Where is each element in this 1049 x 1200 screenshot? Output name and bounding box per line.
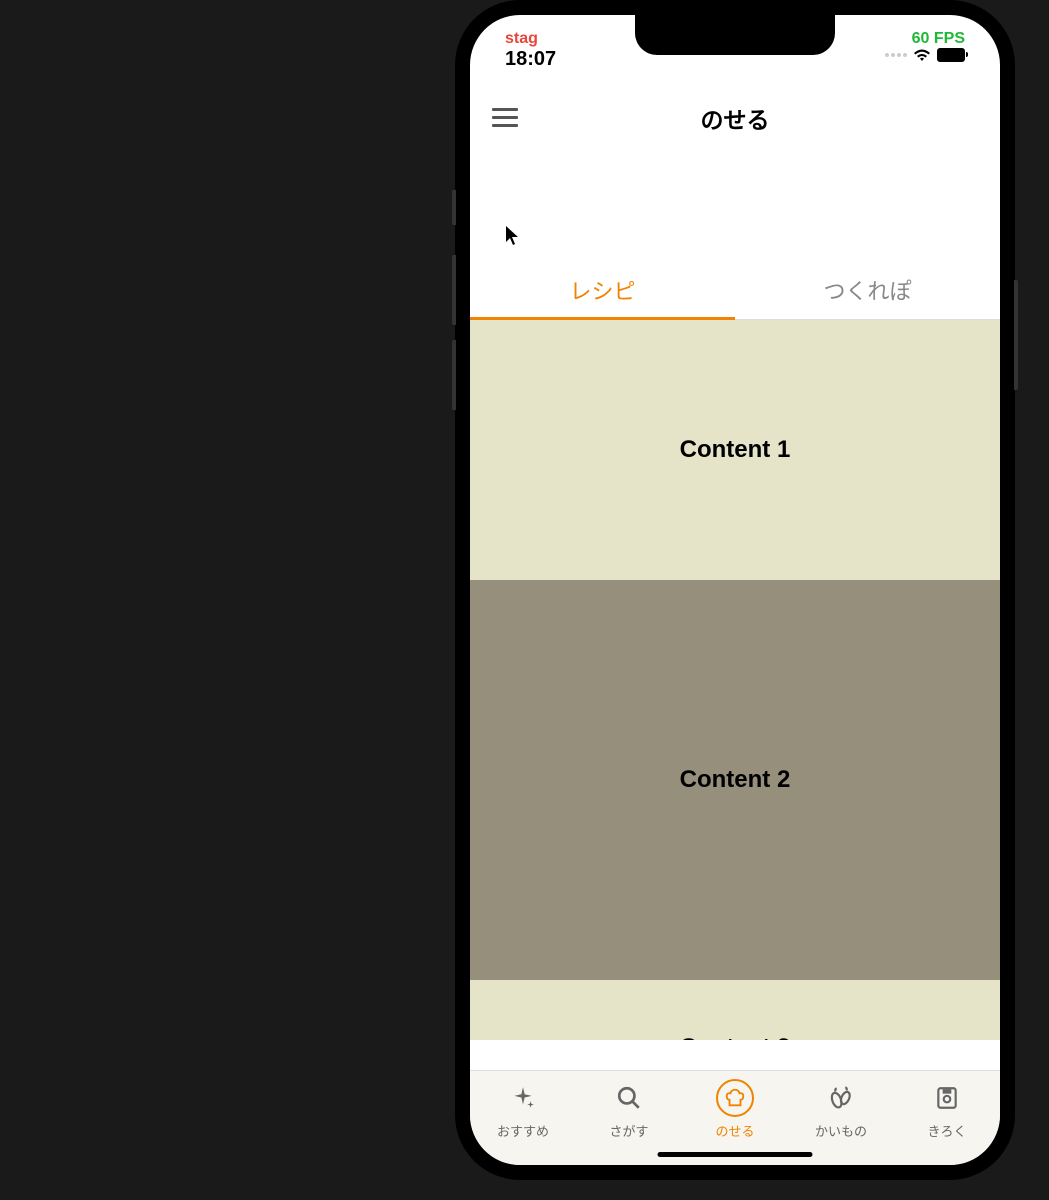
battery-icon <box>937 48 965 62</box>
bottom-nav-recommend[interactable]: おすすめ <box>470 1071 576 1165</box>
fps-counter: 60 FPS <box>912 30 965 48</box>
bottom-nav-label: おすすめ <box>497 1121 549 1140</box>
tab-recipe[interactable]: レシピ <box>470 260 735 319</box>
page-title: のせる <box>701 101 770 135</box>
content-label: Content 3 <box>680 1034 791 1040</box>
header-spacer <box>470 165 1000 260</box>
tab-bar: レシピ つくれぽ <box>470 260 1000 320</box>
content-card[interactable]: Content 3 <box>470 980 1000 1040</box>
bottom-nav-record[interactable]: きろく <box>894 1071 1000 1165</box>
bottom-nav-post[interactable]: のせる <box>682 1071 788 1165</box>
clock: 18:07 <box>505 48 556 70</box>
notch <box>635 15 835 55</box>
bottom-navigation: おすすめ さがす のせる <box>470 1070 1000 1165</box>
bottom-nav-shopping[interactable]: かいもの <box>788 1071 894 1165</box>
phone-frame: stag 18:07 60 FPS のせる <box>455 0 1015 1180</box>
chef-hat-icon <box>716 1079 754 1117</box>
content-scroll-area[interactable]: Content 1 Content 2 Content 3 <box>470 320 1000 1040</box>
env-label: stag <box>505 30 556 48</box>
navigation-bar: のせる <box>470 70 1000 165</box>
record-icon <box>928 1079 966 1117</box>
power-button <box>1014 280 1018 390</box>
bottom-nav-search[interactable]: さがす <box>576 1071 682 1165</box>
bottom-nav-label: かいもの <box>815 1121 867 1140</box>
screen: stag 18:07 60 FPS のせる <box>470 15 1000 1165</box>
cellular-icon <box>885 53 907 57</box>
home-indicator[interactable] <box>658 1152 813 1157</box>
tab-label: つくれぽ <box>823 274 911 306</box>
bottom-nav-label: のせる <box>715 1121 754 1140</box>
wifi-icon <box>913 48 931 62</box>
tab-tsukurepo[interactable]: つくれぽ <box>735 260 1000 319</box>
vegetables-icon <box>822 1079 860 1117</box>
bottom-nav-label: きろく <box>927 1121 966 1140</box>
tab-label: レシピ <box>569 274 635 306</box>
search-icon <box>610 1079 648 1117</box>
sparkle-icon <box>504 1079 542 1117</box>
bottom-nav-label: さがす <box>609 1121 648 1140</box>
content-card[interactable]: Content 1 <box>470 320 1000 580</box>
content-card[interactable]: Content 2 <box>470 580 1000 980</box>
content-label: Content 1 <box>680 436 791 464</box>
mute-switch <box>452 190 456 225</box>
volume-up-button <box>452 255 456 325</box>
hamburger-menu-icon[interactable] <box>492 108 518 127</box>
content-label: Content 2 <box>680 766 791 794</box>
volume-down-button <box>452 340 456 410</box>
